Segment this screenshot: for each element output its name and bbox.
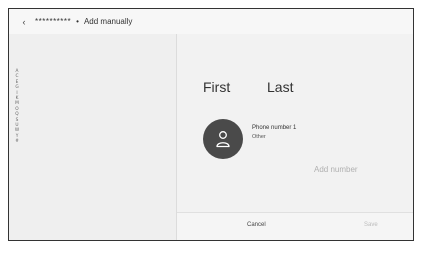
- header-bar: ‹ ********** • Add manually: [9, 9, 413, 34]
- contact-name: **********: [35, 17, 72, 26]
- contact-editor-panel: First Last Phone number 1 Other Add numb…: [177, 34, 413, 240]
- add-number-field[interactable]: Add number: [314, 165, 358, 174]
- phone-number-label: Phone number 1: [252, 125, 297, 131]
- avatar[interactable]: [203, 119, 243, 159]
- footer-bar: Cancel Save: [177, 212, 413, 240]
- alphabet-index[interactable]: A C E G I K M O Q S U W Y #: [13, 69, 21, 145]
- separator-dot: •: [76, 17, 79, 26]
- alphabet-index-letter[interactable]: #: [13, 139, 21, 144]
- phone-type-label: Other: [252, 134, 266, 140]
- contact-list-panel: A C E G I K M O Q S U W Y #: [9, 34, 177, 240]
- cancel-button[interactable]: Cancel: [247, 222, 266, 228]
- first-name-field[interactable]: First: [203, 79, 230, 95]
- screen-frame: ‹ ********** • Add manually A C E G I K …: [8, 8, 414, 241]
- save-button[interactable]: Save: [364, 222, 378, 228]
- person-icon: [216, 131, 230, 148]
- chevron-left-icon[interactable]: ‹: [19, 17, 29, 27]
- last-name-field[interactable]: Last: [267, 79, 293, 95]
- page-title: Add manually: [83, 17, 133, 26]
